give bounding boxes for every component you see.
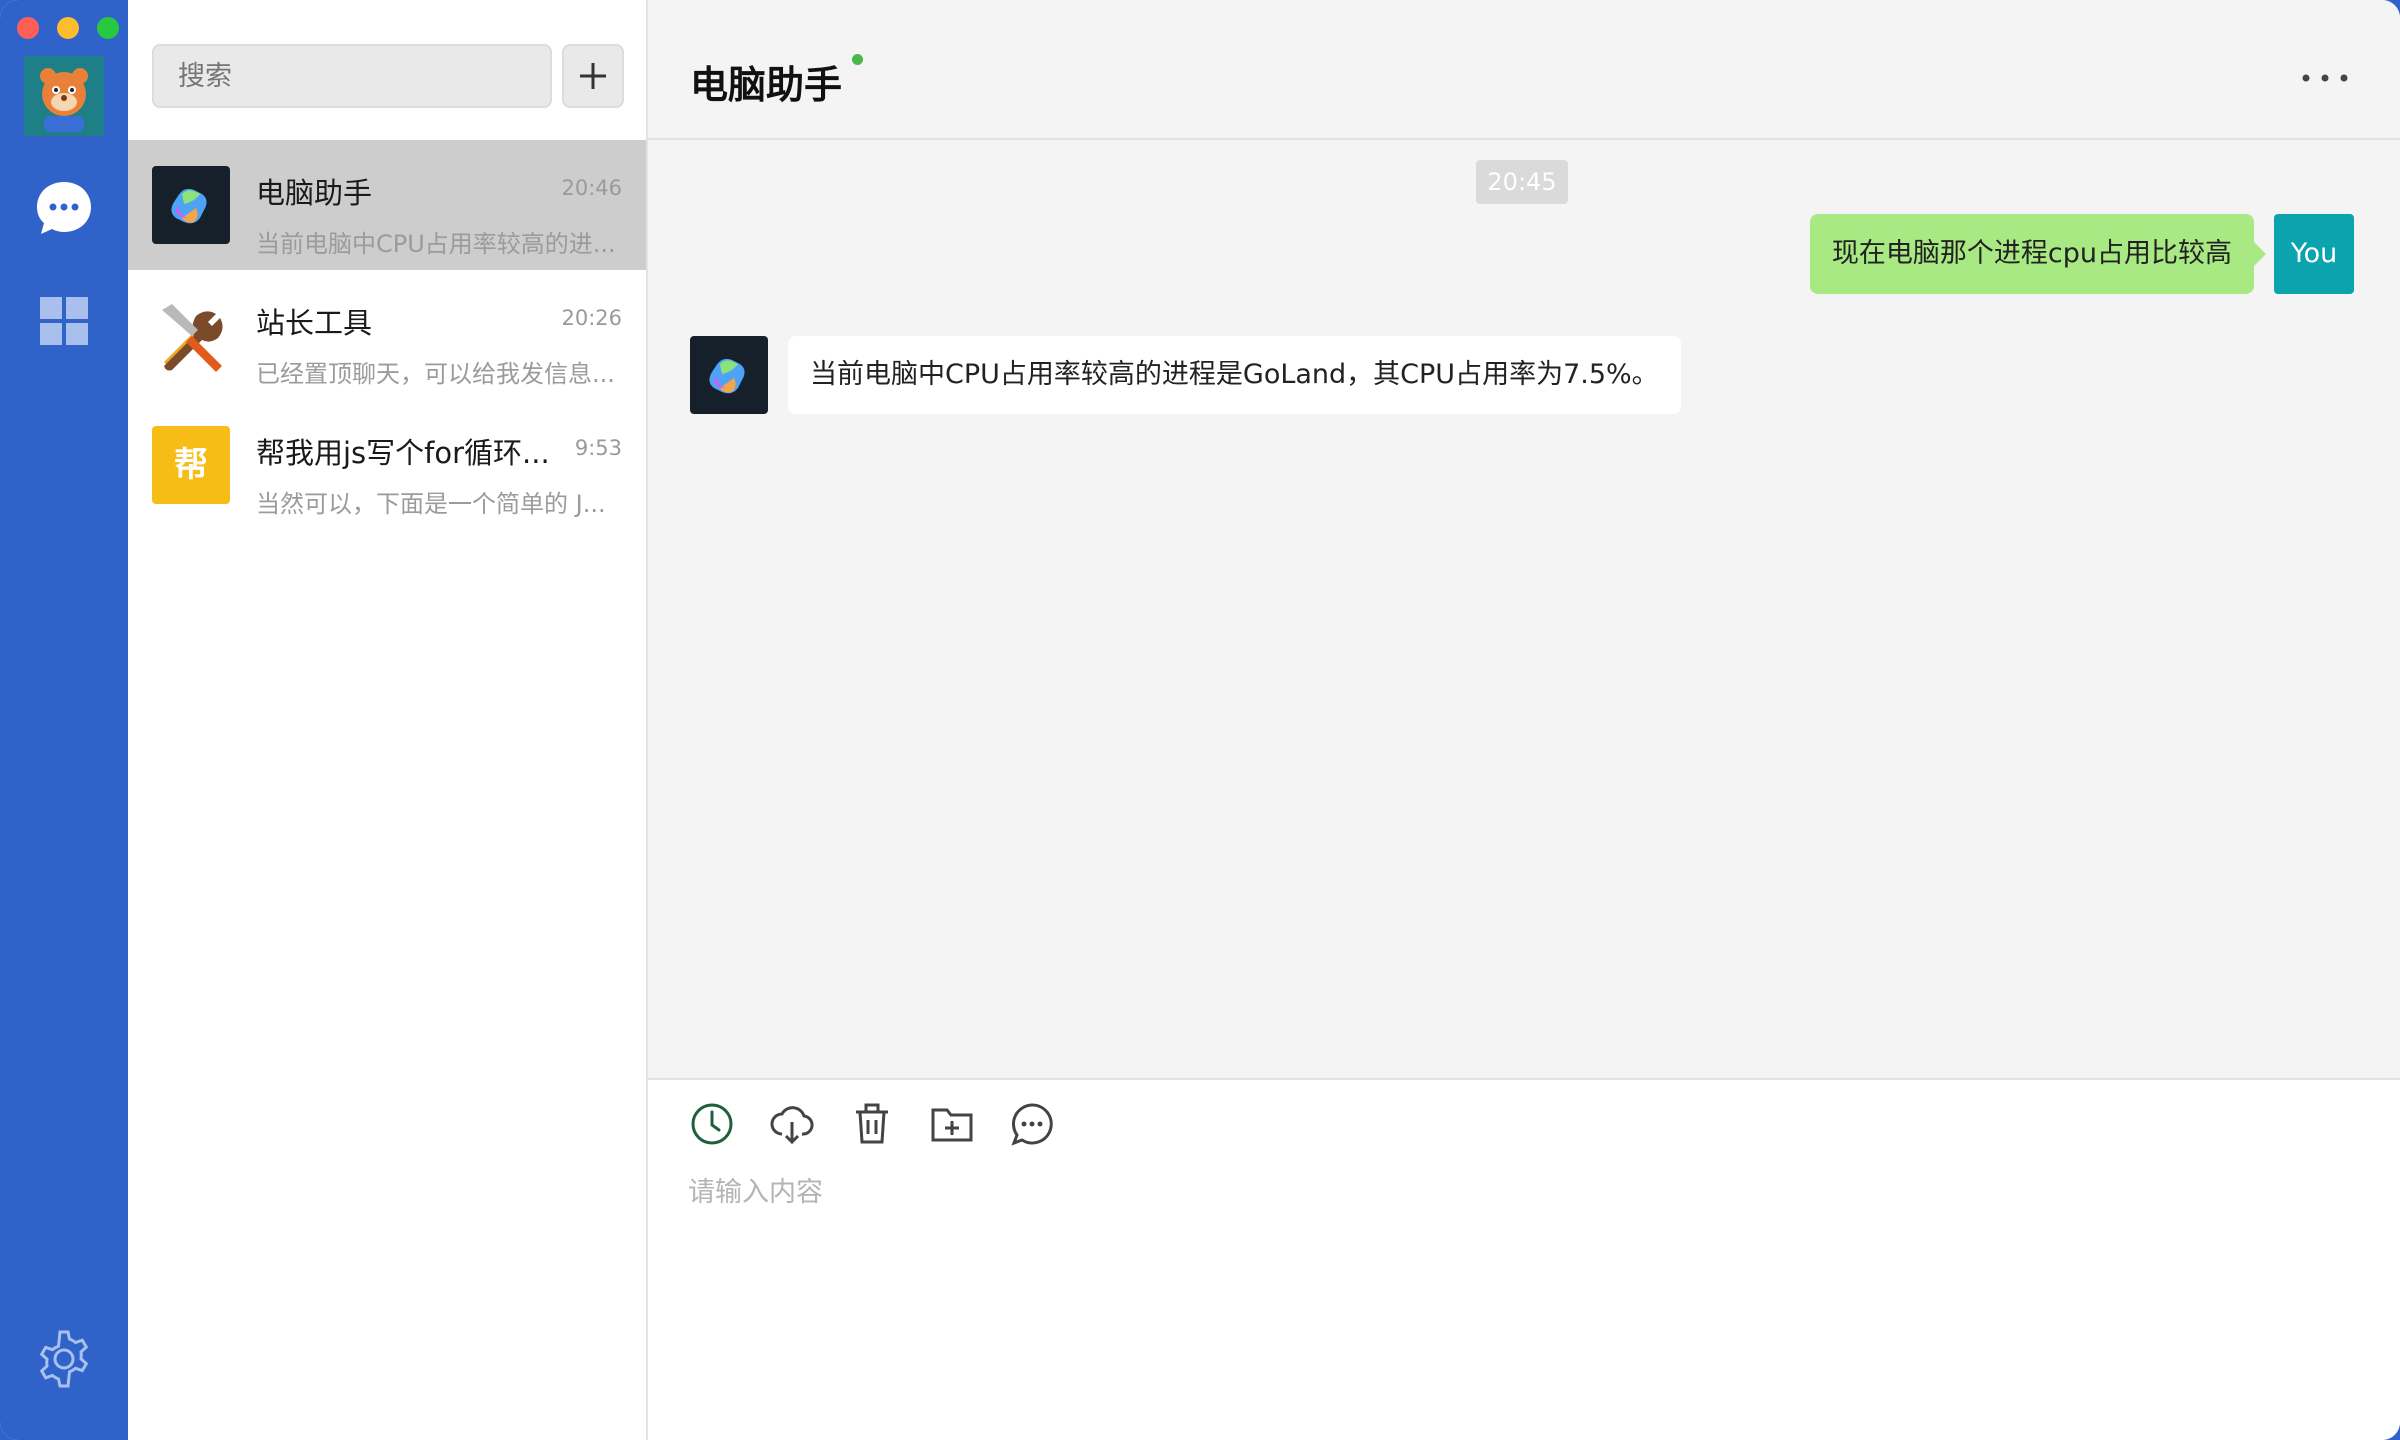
maximize-window-button[interactable] [97,17,119,39]
conversation-item[interactable]: 站长工具 20:26 已经置顶聊天，可以给我发信息... [128,270,646,400]
clock-icon[interactable] [688,1100,736,1148]
settings-gear-icon[interactable] [33,1328,95,1390]
close-window-button[interactable] [17,17,39,39]
text-avatar: 帮 [152,426,230,504]
incoming-message: 当前电脑中CPU占用率较高的进程是GoLand，其CPU占用率为7.5%。 [788,336,1681,414]
more-dots-icon [2302,74,2348,82]
composer [648,1078,2400,1440]
conversation-time: 20:26 [561,306,622,330]
chat-header: 电脑助手 [648,0,2400,140]
minimize-window-button[interactable] [57,17,79,39]
message-more-icon[interactable] [1008,1100,1056,1148]
trash-icon[interactable] [848,1100,896,1148]
copilot-logo-icon[interactable] [690,336,768,414]
apps-grid-icon[interactable] [38,295,90,347]
conversation-item[interactable]: 帮 帮我用js写个for循环... 9:53 当然可以，下面是一个简单的 J..… [128,400,646,530]
online-status-dot [852,54,863,65]
add-conversation-button[interactable] [562,44,624,108]
chat-bubble-icon[interactable] [33,178,95,240]
conversation-item[interactable]: 电脑助手 20:46 当前电脑中CPU占用率较高的进... [128,140,646,270]
conversation-name: 帮我用js写个for循环... [256,436,550,470]
folder-add-icon[interactable] [928,1100,976,1148]
search-input[interactable] [152,44,552,108]
conversation-time: 9:53 [574,436,622,460]
conversation-preview: 当前电脑中CPU占用率较高的进... [256,230,616,258]
conversation-preview: 当然可以，下面是一个简单的 J... [256,490,606,518]
left-rail [0,0,128,1440]
message-input[interactable] [688,1170,2348,1410]
cloud-download-icon[interactable] [768,1100,816,1148]
outgoing-message: 现在电脑那个进程cpu占用比较高 [1809,214,2267,294]
conversation-name: 站长工具 [256,306,373,340]
conversation-panel: 电脑助手 20:46 当前电脑中CPU占用率较高的进... 站长工具 20:26… [128,0,648,1440]
app-window: 电脑助手 20:46 当前电脑中CPU占用率较高的进... 站长工具 20:26… [0,0,2400,1440]
more-options-button[interactable] [2300,66,2350,90]
conversation-preview: 已经置顶聊天，可以给我发信息... [256,360,615,388]
you-avatar[interactable]: You [2274,214,2354,294]
tools-icon [152,296,230,374]
chat-area: 电脑助手 20:45 现在电脑那个进程cpu占用比较高 You 当前电脑中CPU… [648,0,2400,1440]
chat-title: 电脑助手 [690,63,843,107]
user-avatar[interactable] [24,56,104,136]
conversation-time: 20:46 [561,176,622,200]
time-divider: 20:45 [1476,160,1568,204]
copilot-logo-icon [152,166,230,244]
conversation-name: 电脑助手 [256,176,373,210]
plus-icon [580,63,606,89]
